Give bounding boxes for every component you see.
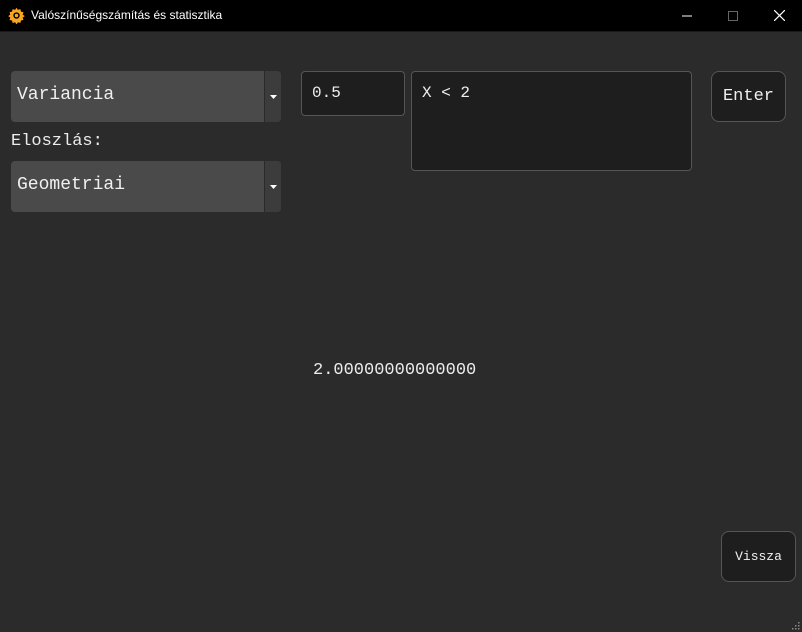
- minimize-button[interactable]: [664, 0, 710, 31]
- close-icon: [773, 10, 785, 21]
- expression-input[interactable]: X < 2: [411, 71, 692, 171]
- title-bar: Valószínűségszámítás és statisztika: [0, 0, 802, 32]
- distribution-select[interactable]: Geometriai: [11, 161, 281, 212]
- minimize-icon: [682, 15, 692, 16]
- resize-grip-icon[interactable]: [790, 620, 800, 630]
- close-button[interactable]: [756, 0, 802, 31]
- maximize-icon: [728, 10, 738, 21]
- mode-select[interactable]: Variancia: [11, 71, 281, 122]
- maximize-button[interactable]: [710, 0, 756, 31]
- parameter-input[interactable]: 0.5: [301, 71, 405, 116]
- dropdown-arrow-icon: [269, 184, 277, 189]
- distribution-select-value: Geometriai: [17, 175, 126, 195]
- distribution-label: Eloszlás:: [11, 132, 103, 151]
- dropdown-arrow-icon: [269, 94, 277, 99]
- result-value: 2.00000000000000: [313, 361, 477, 380]
- window-title: Valószínűségszámítás és statisztika: [31, 8, 223, 22]
- gear-icon: [8, 7, 25, 24]
- distribution-select-dropdown[interactable]: [264, 161, 281, 212]
- mode-select-dropdown[interactable]: [264, 71, 281, 122]
- mode-select-value: Variancia: [17, 85, 115, 105]
- back-button[interactable]: Vissza: [721, 531, 796, 582]
- enter-button[interactable]: Enter: [711, 71, 786, 122]
